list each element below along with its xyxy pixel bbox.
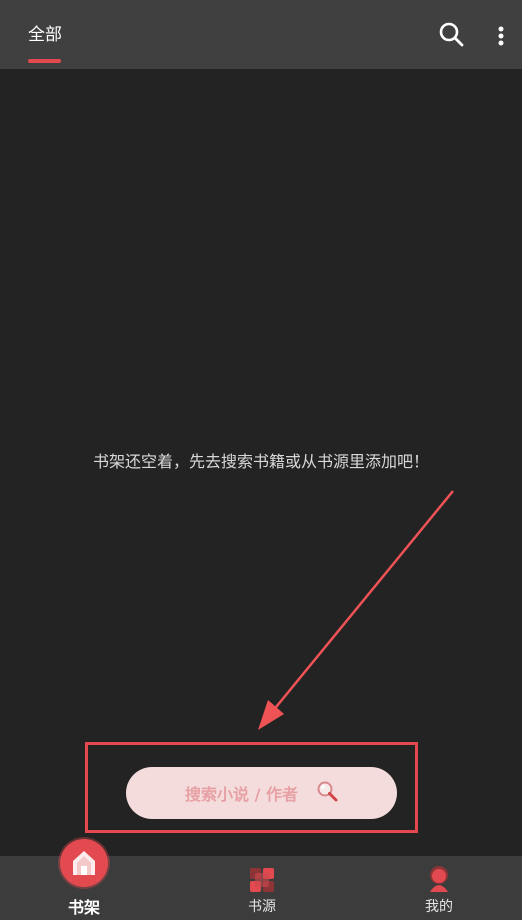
nav-label-bookshelf: 书架 xyxy=(67,898,100,917)
nav-label-book-source: 书源 xyxy=(248,899,276,915)
empty-shelf-message: 书架还空着，先去搜索书籍或从书源里添加吧！ xyxy=(92,452,429,471)
nav-book-source[interactable]: 书源 xyxy=(202,856,322,920)
bottom-navigation: 书架 书源 我的 xyxy=(0,839,522,920)
nav-mine[interactable]: 我的 xyxy=(379,856,499,920)
search-icon[interactable] xyxy=(438,21,466,49)
magnifier-icon xyxy=(316,780,338,806)
bookshelf-icon xyxy=(60,839,108,887)
nav-bookshelf[interactable]: 书架 xyxy=(24,839,144,920)
tab-indicator xyxy=(28,59,61,63)
search-button-label: 搜索小说 / 作者 xyxy=(185,785,298,804)
tab-all[interactable]: 全部 xyxy=(28,22,62,48)
search-novel-button[interactable]: 搜索小说 / 作者 xyxy=(126,767,397,819)
profile-icon xyxy=(426,865,452,897)
grid-icon xyxy=(249,867,275,897)
top-app-bar: 全部 xyxy=(0,0,522,69)
more-vertical-icon[interactable] xyxy=(492,22,510,50)
nav-label-mine: 我的 xyxy=(425,899,453,915)
